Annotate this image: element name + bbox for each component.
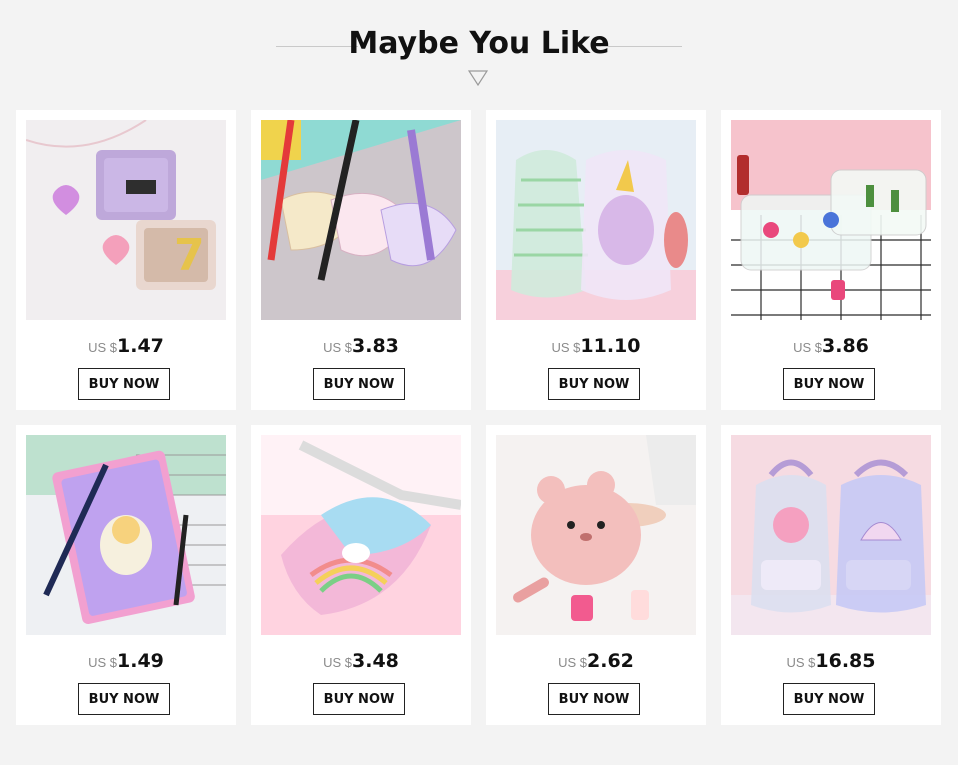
buy-now-button[interactable]: BUY NOW	[313, 683, 405, 715]
svg-text:7: 7	[174, 230, 205, 281]
product-card[interactable]: US $11.10 BUY NOW	[486, 110, 706, 410]
price-value: 11.10	[580, 335, 641, 357]
price-value: 1.49	[117, 650, 164, 672]
product-price: US $3.48	[251, 650, 471, 672]
passport-cover-image-icon	[26, 435, 226, 635]
price-value: 2.62	[587, 650, 634, 672]
product-image[interactable]	[26, 435, 226, 635]
product-card[interactable]: US $2.62 BUY NOW	[486, 425, 706, 725]
buy-now-button[interactable]: BUY NOW	[783, 368, 875, 400]
buy-now-button[interactable]: BUY NOW	[548, 683, 640, 715]
currency-label: US $	[793, 340, 822, 355]
mini-backpack-image-icon	[731, 435, 931, 635]
currency-label: US $	[551, 340, 581, 355]
product-price: US $3.83	[251, 335, 471, 357]
currency-label: US $	[558, 655, 587, 670]
product-image[interactable]	[731, 435, 931, 635]
product-image[interactable]	[261, 435, 461, 635]
product-price: US $16.85	[721, 650, 941, 672]
product-card[interactable]: US $3.48 BUY NOW	[251, 425, 471, 725]
waist-bag-image-icon	[261, 435, 461, 635]
product-card[interactable]: 7 US $1.47 BUY NOW	[16, 110, 236, 410]
product-image[interactable]	[496, 120, 696, 320]
price-value: 3.83	[352, 335, 399, 357]
product-card[interactable]: US $3.83 BUY NOW	[251, 110, 471, 410]
price-value: 3.48	[352, 650, 399, 672]
product-image[interactable]	[261, 120, 461, 320]
currency-label: US $	[323, 655, 352, 670]
fanny-pack-image-icon	[261, 120, 461, 320]
buy-now-button[interactable]: BUY NOW	[548, 368, 640, 400]
cosmetic-pouch-image-icon	[731, 120, 931, 320]
product-image[interactable]	[496, 435, 696, 635]
price-value: 1.47	[117, 335, 164, 357]
product-card[interactable]: US $3.86 BUY NOW	[721, 110, 941, 410]
product-price: US $11.10	[486, 335, 706, 357]
currency-label: US $	[786, 655, 816, 670]
currency-label: US $	[88, 340, 117, 355]
product-price: US $1.49	[16, 650, 236, 672]
currency-label: US $	[88, 655, 117, 670]
header-divider-right	[601, 46, 682, 47]
currency-label: US $	[323, 340, 352, 355]
product-card[interactable]: US $1.49 BUY NOW	[16, 425, 236, 725]
product-price: US $2.62	[486, 650, 706, 672]
buy-now-button[interactable]: BUY NOW	[783, 683, 875, 715]
product-image[interactable]	[731, 120, 931, 320]
price-value: 16.85	[815, 650, 876, 672]
wallet-image-icon: 7	[26, 120, 226, 320]
buy-now-button[interactable]: BUY NOW	[313, 368, 405, 400]
section-header: Maybe You Like	[0, 0, 958, 100]
price-value: 3.86	[822, 335, 869, 357]
product-price: US $3.86	[721, 335, 941, 357]
section-title: Maybe You Like	[348, 26, 610, 61]
chevron-down-icon	[468, 70, 488, 86]
product-card[interactable]: US $16.85 BUY NOW	[721, 425, 941, 725]
backpack-image-icon	[496, 120, 696, 320]
buy-now-button[interactable]: BUY NOW	[78, 683, 170, 715]
product-price: US $1.47	[16, 335, 236, 357]
buy-now-button[interactable]: BUY NOW	[78, 368, 170, 400]
product-image[interactable]: 7	[26, 120, 226, 320]
bear-bag-image-icon	[496, 435, 696, 635]
